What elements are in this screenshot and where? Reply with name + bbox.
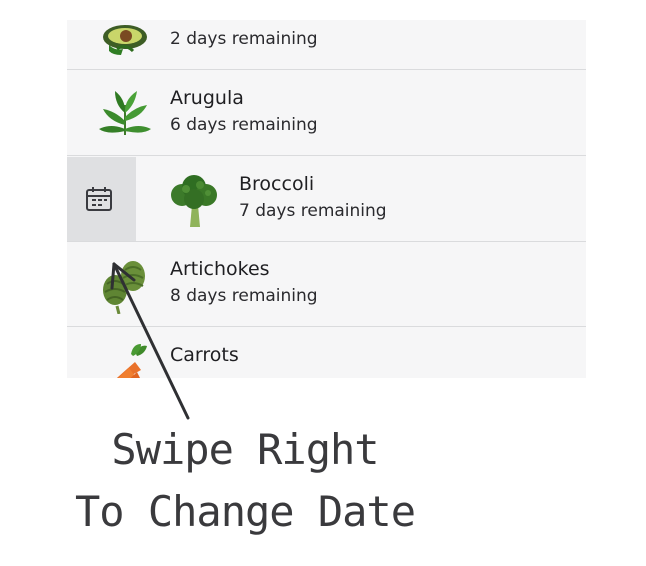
list-item[interactable]: Arugula 6 days remaining: [67, 71, 586, 156]
item-days-remaining: 6 days remaining: [170, 115, 318, 135]
list-item[interactable]: Carrots: [67, 328, 586, 378]
item-name: Arugula: [170, 87, 244, 109]
row-content[interactable]: Carrots: [67, 328, 586, 378]
row-content[interactable]: Artichokes 8 days remaining: [67, 242, 586, 326]
item-days-remaining: 8 days remaining: [170, 286, 318, 306]
produce-list: 2 days remaining Arugula 6 days remainin…: [67, 20, 586, 378]
carrot-icon: [116, 344, 147, 378]
arugula-icon: [99, 91, 151, 135]
calendar-icon: [86, 187, 112, 211]
avocado-icon: [103, 25, 147, 55]
item-name: Broccoli: [239, 173, 315, 195]
list-item[interactable]: Artichokes 8 days remaining: [67, 242, 586, 327]
item-name: Carrots: [170, 344, 239, 366]
broccoli-icon: [171, 175, 217, 227]
annotation-line-1: Swipe Right: [111, 425, 379, 474]
change-date-action[interactable]: [67, 157, 136, 241]
item-days-remaining: 2 days remaining: [170, 29, 318, 49]
annotation-line-2: To Change Date: [74, 487, 416, 536]
artichoke-icon: [103, 261, 145, 314]
list-item[interactable]: 2 days remaining: [67, 20, 586, 70]
list-item-swiped[interactable]: Broccoli 7 days remaining: [67, 157, 586, 242]
item-days-remaining: 7 days remaining: [239, 201, 387, 221]
row-content[interactable]: Arugula 6 days remaining: [67, 71, 586, 155]
row-content[interactable]: Broccoli 7 days remaining: [136, 157, 586, 241]
item-name: Artichokes: [170, 258, 270, 280]
row-content[interactable]: 2 days remaining: [67, 20, 586, 69]
